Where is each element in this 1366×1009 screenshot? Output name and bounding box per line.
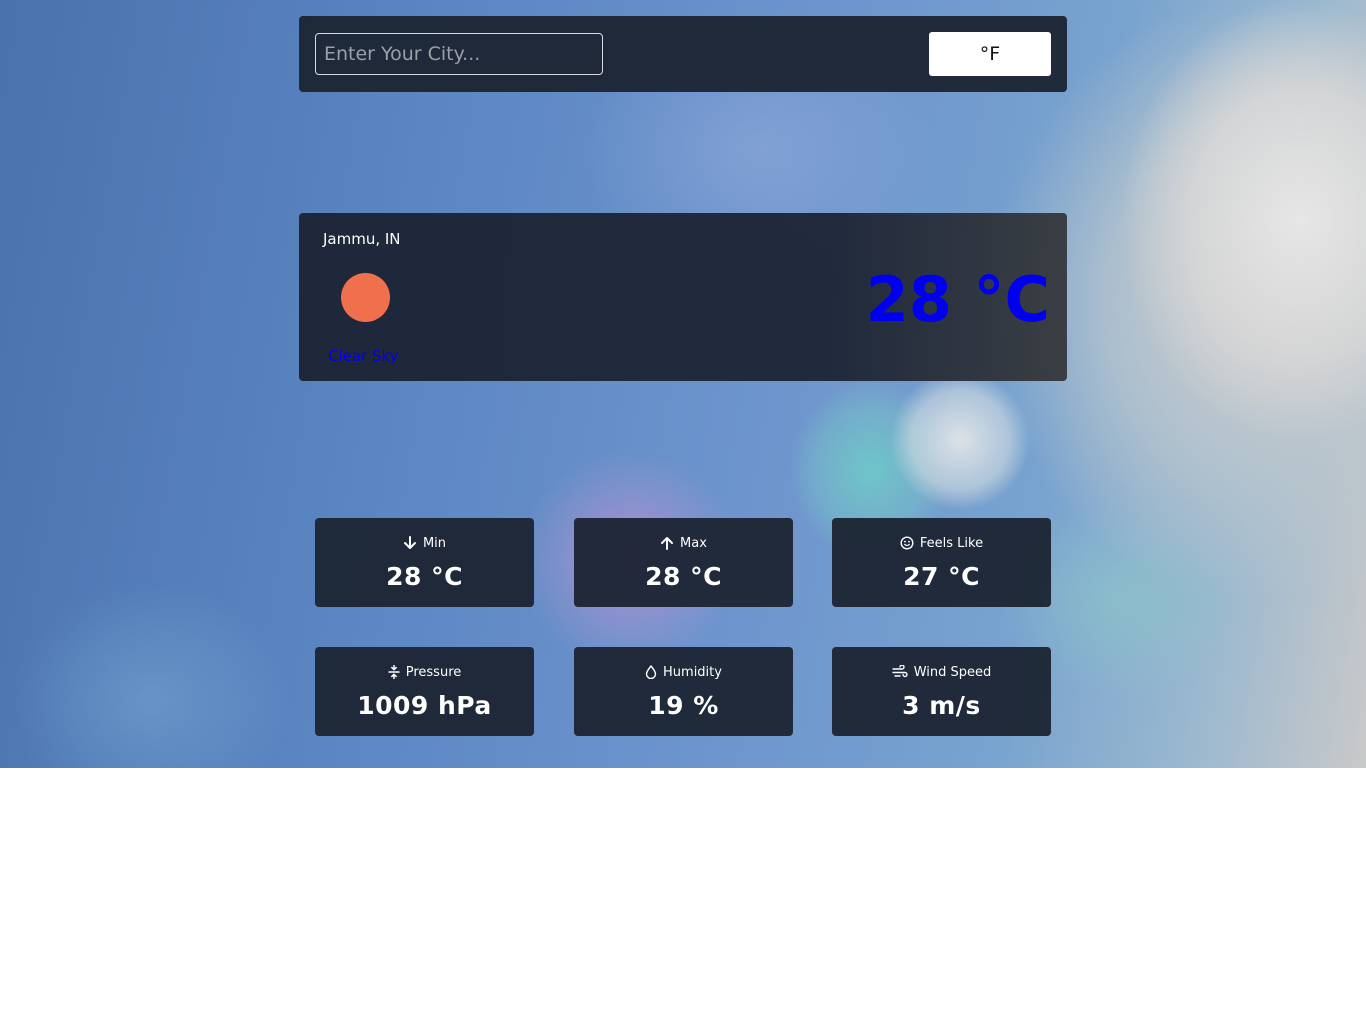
wind-icon: [892, 665, 908, 679]
arrow-up-icon: [660, 536, 674, 550]
stat-label: Feels Like: [919, 535, 984, 551]
stat-card-min: Min 28 °C: [315, 518, 534, 607]
sun-icon: [341, 273, 390, 322]
stat-card-wind-speed: Wind Speed 3 m/s: [832, 647, 1051, 736]
current-weather-card: Jammu, IN Clear Sky 28 °C: [299, 213, 1067, 381]
stat-value: 3 m/s: [902, 691, 981, 720]
stat-card-humidity: Humidity 19 %: [574, 647, 793, 736]
stat-label: Min: [422, 535, 447, 551]
droplet-icon: [645, 665, 657, 679]
stat-card-pressure: Pressure 1009 hPa: [315, 647, 534, 736]
stat-value: 27 °C: [903, 562, 980, 591]
location-label: Jammu, IN: [323, 230, 401, 248]
smile-icon: [900, 536, 914, 550]
stat-label: Pressure: [405, 664, 462, 680]
unit-toggle-button[interactable]: °F: [929, 32, 1051, 76]
search-bar: °F: [299, 16, 1067, 92]
stat-value: 28 °C: [386, 562, 463, 591]
weather-condition: Clear Sky: [328, 347, 399, 365]
current-temperature: 28 °C: [865, 263, 1050, 336]
pressure-icon: [387, 665, 400, 679]
stat-label: Humidity: [663, 664, 722, 680]
stat-value: 19 %: [648, 691, 719, 720]
stat-card-max: Max 28 °C: [574, 518, 793, 607]
stat-card-feels-like: Feels Like 27 °C: [832, 518, 1051, 607]
city-search-input[interactable]: [315, 33, 603, 75]
stat-value: 28 °C: [645, 562, 722, 591]
stat-label: Max: [680, 535, 707, 551]
stat-value: 1009 hPa: [357, 691, 492, 720]
stat-label: Wind Speed: [913, 664, 992, 680]
arrow-down-icon: [403, 536, 417, 550]
